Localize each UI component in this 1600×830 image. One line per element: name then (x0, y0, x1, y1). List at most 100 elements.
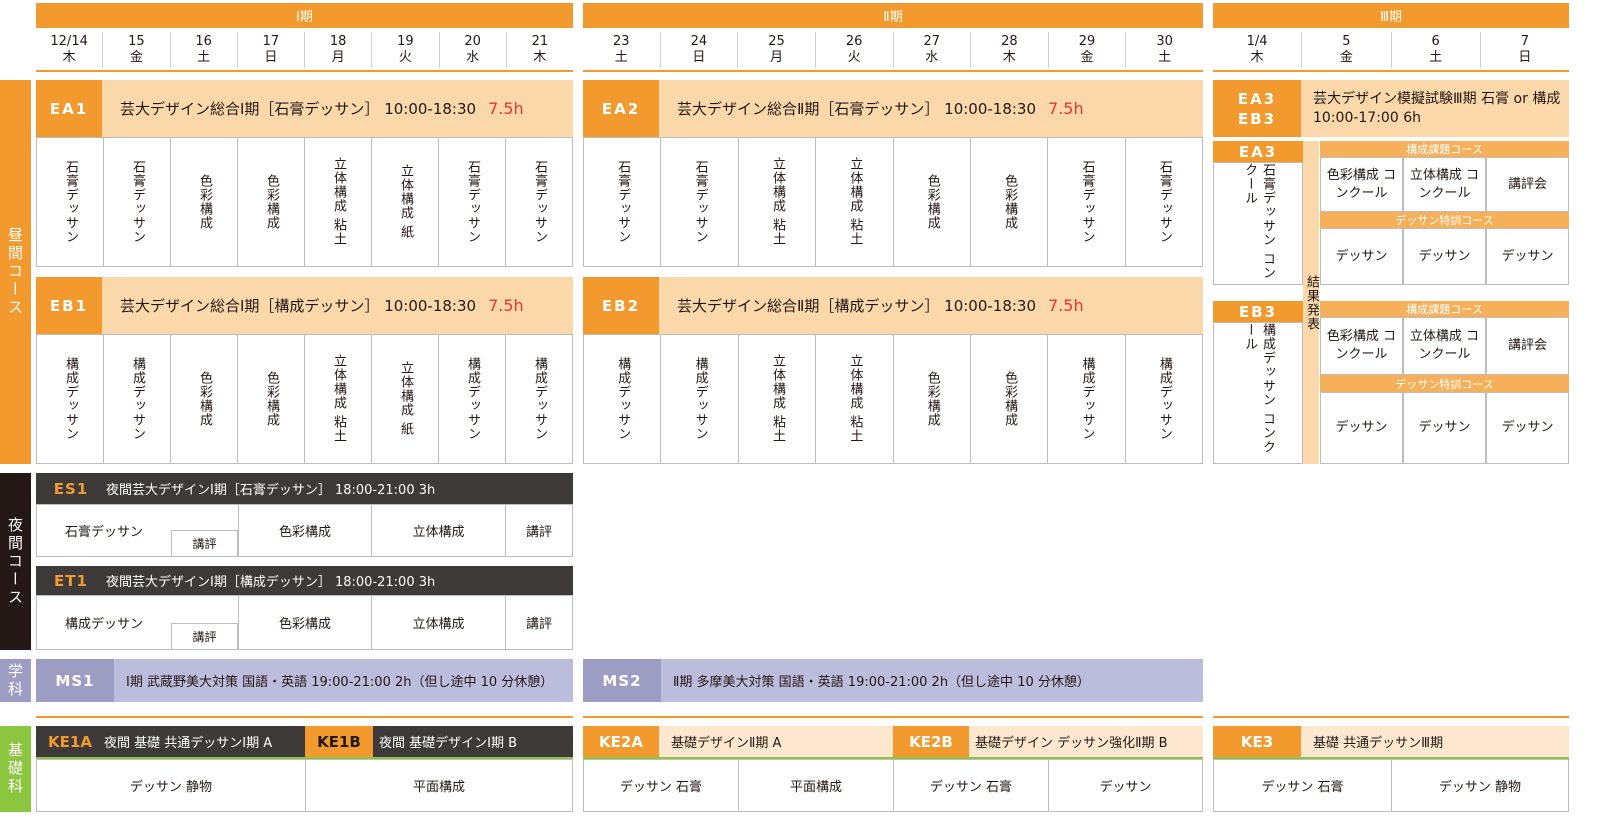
schedule-cell: 立体構成 粘土 (816, 335, 894, 463)
p3-cell: 立体構成 コンクール (1403, 317, 1486, 375)
schedule-cell: 石膏デッサン (661, 138, 739, 266)
p3-row-composition-1: 色彩構成 コンクール 立体構成 コンクール 講評会 (1320, 157, 1569, 212)
course-code: EA2 (601, 99, 641, 118)
schedule-cell: 石膏デッサン (439, 138, 506, 266)
course-title: 芸大デザイン総合Ⅰ期［石膏デッサン］ 10:00-18:30 (120, 100, 477, 118)
schedule-cell: 石膏デッサン (584, 138, 662, 266)
cell-text: 立体構成 粘土 (847, 354, 863, 444)
cell-text: 講評 (525, 525, 552, 540)
date-number: 5 (1342, 34, 1351, 49)
p3-cell: 講評会 (1486, 157, 1569, 212)
cell-text: デッサン 石膏 (619, 780, 703, 795)
date-row-period-2: 23 土 24 日 25 月 26 火 27 水 28 木 29 金 30 土 (583, 32, 1203, 68)
course-title: 芸大デザイン模擬試験Ⅲ期 石膏 or 構成 (1313, 90, 1561, 107)
cell-text: 立体構成 コンクール (1409, 329, 1480, 362)
cell-text: 石膏デッサン (130, 160, 145, 244)
cell-text: 石膏デッサン (465, 160, 480, 244)
sub-course-label: デッサン特訓コース (1395, 214, 1494, 227)
cell-text: 構成デッサン (532, 357, 547, 441)
period-1-label: Ⅰ期 (296, 10, 313, 25)
date-number: 28 (1001, 34, 1018, 49)
date-number: 16 (195, 34, 212, 49)
cell-text: 色彩構成 (197, 174, 212, 230)
cell-text: 立体構成 (412, 617, 465, 632)
course-code: KE3 (1213, 726, 1301, 757)
divider (1213, 70, 1569, 72)
cell-text: 立体構成 粘土 (769, 354, 785, 444)
date-column: 12/14 木 (36, 32, 104, 68)
schedule-cell: 色彩構成 (971, 335, 1049, 463)
sub-course-bar: 構成課題コース (1320, 141, 1569, 157)
schedule-cell: 構成デッサン (1126, 335, 1202, 463)
date-row-period-3: 1/4 木 5 金 6 土 7 日 (1213, 32, 1569, 68)
kiso-cell: デッサン 石膏 (583, 759, 739, 812)
weekday-label: 水 (925, 50, 939, 65)
weekday-label: 金 (1339, 50, 1353, 65)
course-code-ea1: EA1 (36, 80, 102, 137)
course-header-eb2: 芸大デザイン総合Ⅱ期［構成デッサン］ 10:00-18:30 7.5h (659, 277, 1203, 334)
cell-text: デッサン 石膏 (1261, 780, 1344, 795)
date-number: 15 (128, 34, 145, 49)
sub-course-label: デッサン特訓コース (1395, 377, 1494, 391)
weekday-label: 水 (466, 50, 480, 65)
cell-text: デッサン (1501, 420, 1554, 435)
weekday-label: 日 (1518, 50, 1532, 65)
course-hours: 7.5h (1048, 296, 1084, 315)
p3-cell: 立体構成 コンクール (1403, 157, 1486, 212)
cell-text: 平面構成 (789, 780, 842, 795)
night-cell: 構成デッサン (36, 595, 171, 650)
weekday-label: 月 (331, 50, 345, 65)
schedule-cell: 構成デッサン (584, 335, 662, 463)
schedule-cell: 色彩構成 (238, 335, 305, 463)
schedule-cell: 石膏デッサン (1126, 138, 1202, 266)
date-number: 29 (1078, 34, 1096, 49)
schedule-cell: 色彩構成 (171, 335, 238, 463)
cell-text: デッサン (1418, 420, 1471, 435)
schedule-cell: 構成デッサン (661, 335, 739, 463)
section-kiso: 基礎科 (0, 726, 31, 812)
p3-row-composition-2: 色彩構成 コンクール 立体構成 コンクール 講評会 (1320, 317, 1569, 375)
date-column: 29 金 (1049, 32, 1127, 68)
cell-text: 講評 (192, 537, 217, 551)
course-title: 芸大デザイン総合Ⅱ期［石膏デッサン］ 10:00-18:30 (677, 100, 1037, 118)
schedule-row-es1: 石膏デッサン 講評 色彩構成 立体構成 講評 (36, 504, 573, 557)
course-header-ke1b: KE1B 夜間 基礎デザインⅠ期 B (305, 726, 573, 757)
course-code: MS1 (36, 659, 114, 702)
cell-text: 色彩構成 (264, 371, 279, 427)
date-column: 24 日 (661, 32, 739, 68)
course-title: Ⅰ期 武蔵野美大対策 国語・英語 19:00-21:00 2h（但し途中 10 … (126, 675, 554, 690)
date-column: 7日 (1481, 32, 1569, 68)
course-code: EA3 (1237, 89, 1277, 108)
date-number: 17 (262, 34, 280, 49)
weekday-label: 土 (197, 50, 211, 65)
schedule-cell: 構成デッサン (1048, 335, 1126, 463)
date-column: 23 土 (583, 32, 661, 68)
date-column: 5金 (1302, 32, 1392, 68)
p3-cell: デッサン (1403, 392, 1486, 464)
divider (36, 70, 573, 72)
period-1-header: Ⅰ期 (36, 3, 573, 28)
schedule-cell: 色彩構成 (238, 138, 305, 266)
schedule-cell: 立体構成 紙 (372, 138, 439, 266)
schedule-cell: 立体構成 粘土 (305, 138, 372, 266)
weekday-label: 土 (1158, 50, 1172, 65)
cell-text: 色彩構成 (1002, 174, 1018, 230)
weekday-label: 金 (129, 50, 143, 65)
date-number: 25 (768, 34, 785, 49)
sub-course-bar: デッサン特訓コース (1320, 212, 1569, 228)
weekday-label: 月 (770, 50, 784, 65)
section-label: 学科 (6, 662, 24, 699)
cell-text: 石膏デッサン (1079, 160, 1095, 244)
weekday-label: 日 (264, 50, 278, 65)
section-label: 基礎科 (6, 742, 24, 796)
schedule-cell: 色彩構成 (171, 138, 238, 266)
cell-text: 石膏デッサン (63, 160, 78, 244)
sub-course-label: 構成課題コース (1406, 143, 1483, 156)
divider (36, 716, 573, 718)
date-column: 1/4 木 (1213, 32, 1303, 68)
cell-text: デッサン 静物 (1438, 780, 1522, 795)
cell-text: 構成デッサン (1156, 357, 1172, 441)
cell-text: デッサン 石膏 (929, 780, 1013, 795)
date-column: 27 水 (894, 32, 972, 68)
course-title: 基礎デザインⅡ期 A (671, 736, 782, 751)
